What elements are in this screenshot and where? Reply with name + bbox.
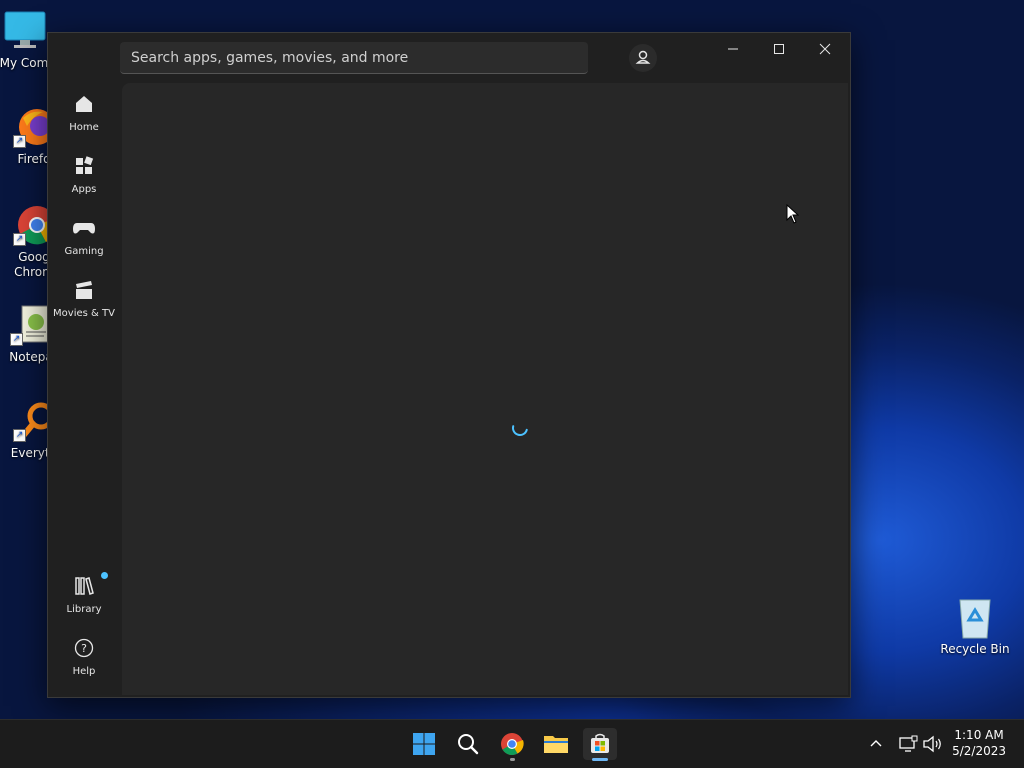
nav-item-label: Library [66, 604, 102, 615]
maximize-icon [774, 44, 784, 54]
nav-item-label: Movies & TV [53, 308, 115, 319]
shortcut-arrow-icon: ↗ [13, 135, 26, 148]
nav-item-label: Apps [71, 184, 97, 195]
network-icon [899, 735, 918, 752]
shortcut-arrow-icon: ↗ [13, 233, 26, 246]
clock-date: 5/2/2023 [952, 744, 1006, 758]
store-window: Home Apps Gaming Movies & TV Library ? H… [47, 32, 851, 698]
notepad-icon: ↗ [10, 304, 53, 346]
account-button[interactable] [629, 44, 657, 72]
desktop-icon-recycle-bin[interactable]: Recycle Bin [936, 596, 1014, 657]
help-icon: ? [48, 637, 120, 662]
mouse-cursor-icon [786, 204, 800, 224]
library-icon [48, 575, 120, 600]
apps-icon [48, 155, 120, 180]
nav-item-library[interactable]: Library [48, 572, 120, 615]
taskbar: 1:10 AM 5/2/2023 [0, 719, 1024, 768]
taskbar-search-button[interactable] [451, 728, 485, 760]
nav-item-apps[interactable]: Apps [48, 155, 120, 195]
nav-item-help[interactable]: ? Help [48, 637, 120, 677]
active-indicator [592, 758, 608, 761]
start-button[interactable] [407, 728, 441, 760]
store-content-area [122, 83, 848, 695]
gamepad-icon [48, 217, 120, 242]
store-icon [591, 733, 609, 753]
clock[interactable]: 1:10 AM 5/2/2023 [952, 727, 1006, 759]
clock-time: 1:10 AM [954, 728, 1004, 742]
windows-start-icon [413, 733, 435, 755]
taskbar-file-explorer-button[interactable] [539, 728, 573, 760]
speaker-icon [923, 735, 941, 753]
shortcut-arrow-icon: ↗ [13, 429, 26, 442]
nav-item-home[interactable]: Home [48, 93, 120, 133]
search-icon [458, 734, 479, 755]
shortcut-arrow-icon: ↗ [10, 333, 23, 346]
nav-item-label: Help [72, 666, 96, 677]
nav-item-label: Gaming [64, 246, 104, 257]
nav-item-label: Home [69, 122, 99, 133]
search-input[interactable]: Search apps, games, movies, and more [120, 42, 588, 74]
maximize-button[interactable] [756, 33, 802, 65]
label-line-1: Goog [18, 250, 50, 264]
folder-icon [544, 736, 568, 753]
minimize-icon [728, 48, 738, 50]
taskbar-store-button[interactable] [583, 728, 617, 761]
search-placeholder: Search apps, games, movies, and more [131, 50, 409, 66]
home-icon [48, 93, 120, 118]
volume-button[interactable] [922, 734, 944, 754]
recycle-bin-icon [954, 596, 996, 639]
desktop-icon-label: Recycle Bin [940, 642, 1010, 656]
nav-item-movies-tv[interactable]: Movies & TV [48, 279, 120, 319]
nav-sidebar: Home Apps Gaming Movies & TV Library ? H… [48, 33, 120, 697]
close-icon [819, 43, 831, 55]
chevron-up-icon [870, 740, 882, 747]
network-button[interactable] [897, 734, 919, 754]
nav-item-gaming[interactable]: Gaming [48, 217, 120, 257]
chrome-icon [501, 733, 524, 755]
close-button[interactable] [802, 33, 848, 65]
minimize-button[interactable] [710, 33, 756, 65]
update-badge [101, 572, 108, 579]
computer-icon [2, 10, 46, 48]
show-hidden-icons-button[interactable] [866, 734, 886, 754]
taskbar-chrome-button[interactable] [495, 728, 529, 761]
running-indicator [510, 758, 515, 761]
loading-spinner-icon [512, 425, 528, 436]
account-icon [635, 50, 651, 64]
clapperboard-icon [48, 279, 120, 304]
svg-text:?: ? [81, 642, 87, 655]
